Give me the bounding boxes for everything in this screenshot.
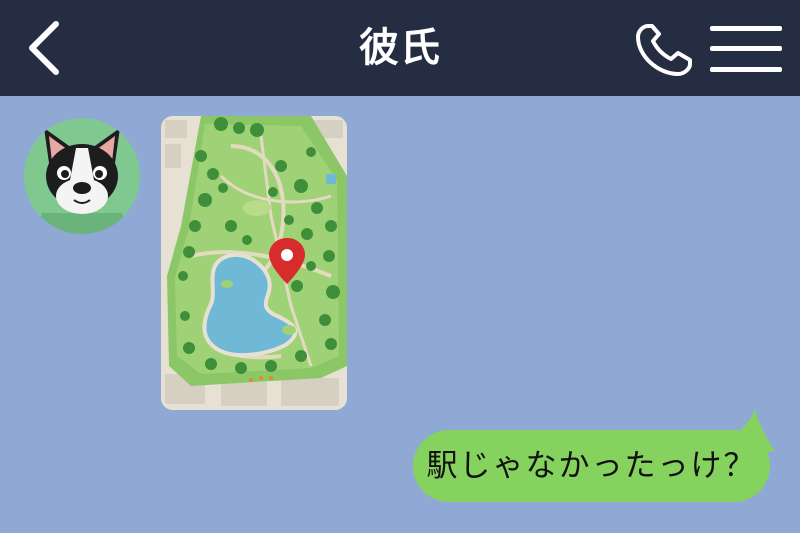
- phone-icon[interactable]: [634, 22, 696, 78]
- bulldog-icon: [36, 128, 128, 234]
- chat-header: 彼氏: [0, 0, 800, 96]
- hamburger-menu-icon[interactable]: [710, 24, 782, 74]
- map-illustration: [161, 116, 347, 410]
- back-chevron-icon[interactable]: [18, 18, 74, 78]
- park-map-image[interactable]: [161, 116, 347, 410]
- contact-avatar[interactable]: [24, 118, 140, 234]
- outgoing-message-text: 駅じゃなかったっけ？: [426, 448, 757, 484]
